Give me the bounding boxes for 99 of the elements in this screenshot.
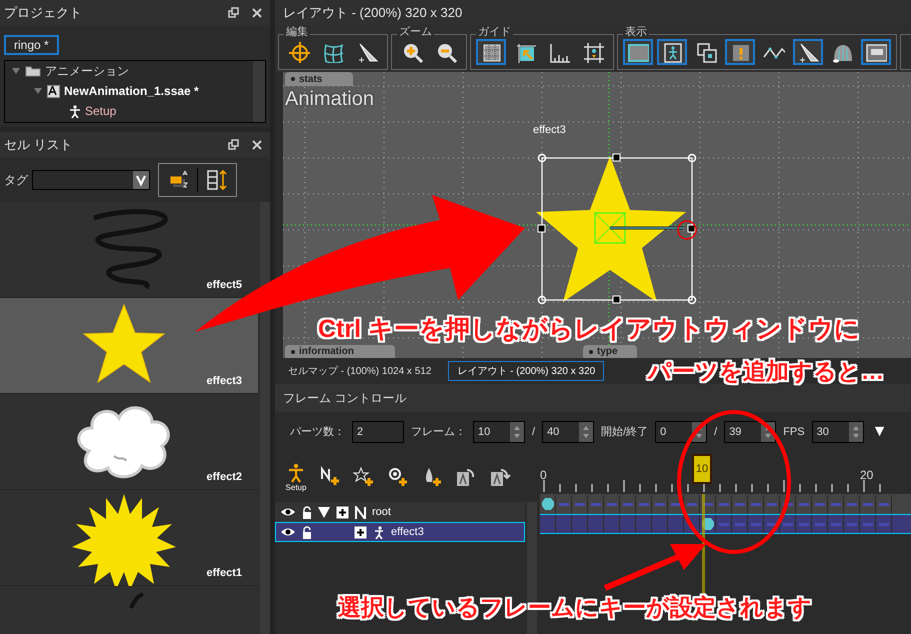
type-tab[interactable]: type: [583, 345, 637, 358]
ruler-icon: [548, 41, 570, 63]
add-circle-icon[interactable]: [387, 466, 409, 488]
layers-icon: [695, 41, 717, 63]
cell-label: effect1: [206, 566, 242, 580]
figure-icon: [69, 104, 81, 118]
field-label: 開始/終了: [601, 424, 648, 440]
toolbar-button[interactable]: [476, 39, 506, 65]
move-icon: [288, 41, 310, 63]
eye-icon[interactable]: [280, 527, 296, 537]
cell-label: effect3: [206, 374, 242, 388]
cell-label: effect2: [206, 470, 242, 484]
close-icon[interactable]: [252, 140, 262, 150]
field-label: FPS: [783, 424, 805, 440]
close-icon[interactable]: [252, 8, 262, 18]
spinner-arrows-icon[interactable]: [848, 422, 863, 442]
eye-icon[interactable]: [280, 507, 296, 517]
stroke-drawing: [129, 592, 145, 610]
pointer-icon: [797, 41, 819, 63]
spin-field[interactable]: 39: [724, 421, 776, 443]
annotation-text: 選択しているフレームにキーが設定されます: [338, 593, 812, 622]
toolbar-group-label: ガイド: [476, 26, 513, 38]
tag-dropdown[interactable]: [32, 170, 150, 190]
zoom-out-icon: [435, 41, 457, 63]
toolbar-button[interactable]: [657, 39, 687, 65]
plus-box-icon[interactable]: [354, 526, 367, 538]
information-tab[interactable]: information: [285, 345, 395, 358]
panel-title: セル リスト: [4, 136, 74, 154]
stats-tab[interactable]: stats: [285, 72, 353, 86]
annotation-text: パーツを追加すると…: [648, 357, 884, 385]
track-name: effect3: [391, 524, 424, 540]
annotation-text: Ctrl キーを押しながらレイアウトウィンドウに: [318, 314, 860, 344]
toolbar-button[interactable]: [725, 39, 755, 65]
float-icon[interactable]: [228, 6, 240, 18]
toolbar-button[interactable]: [861, 39, 891, 65]
tree-item[interactable]: NewAnimation_1.ssae *: [64, 82, 199, 100]
spin-field[interactable]: 30: [812, 421, 864, 443]
panel-title: フレーム コントロール: [283, 390, 406, 407]
spinner-arrows-icon[interactable]: [579, 422, 594, 442]
tab-label: stats: [299, 72, 322, 86]
scrollbar[interactable]: [260, 202, 270, 634]
screen-icon: [627, 41, 649, 63]
scrollbar[interactable]: [253, 61, 265, 122]
tab-label: type: [597, 345, 618, 358]
field-label: /: [714, 424, 718, 440]
toolbar-group-label: 編集: [284, 26, 310, 38]
tag-label: タグ: [4, 172, 28, 188]
view-tab[interactable]: レイアウト - (200%) 320 x 320: [448, 361, 604, 381]
tree-item[interactable]: Setup: [85, 102, 116, 120]
add-star-icon[interactable]: [353, 466, 375, 488]
canvas-title: Animation: [285, 87, 374, 112]
sort-height-icon[interactable]: [206, 168, 228, 190]
lock-icon[interactable]: [302, 506, 312, 518]
part-label: effect3: [533, 123, 566, 138]
a-flip-icon[interactable]: [489, 466, 511, 488]
add-null-icon[interactable]: [319, 466, 341, 488]
track-row[interactable]: effect3: [275, 522, 525, 542]
setup-button[interactable]: Setup: [285, 462, 307, 492]
panel-title: プロジェクト: [4, 4, 83, 22]
crop-frame-icon: [582, 41, 604, 63]
origin-icon: [514, 41, 536, 63]
null-icon: [355, 506, 366, 518]
sort-name-icon[interactable]: [167, 170, 189, 190]
toolbar-group-label: 表示: [623, 26, 649, 38]
track-row[interactable]: root: [275, 502, 525, 522]
field-label: パーツ数：: [290, 424, 345, 440]
tab-label: information: [299, 345, 354, 358]
figure-icon: [373, 526, 385, 538]
menu-button[interactable]: ▼: [872, 420, 888, 444]
window-title: レイアウト - (200%) 320 x 320: [283, 4, 462, 22]
input-field[interactable]: 2: [352, 421, 404, 443]
view-tab[interactable]: セルマップ - (100%) 1024 x 512: [279, 361, 440, 381]
cell-item[interactable]: effect3: [0, 298, 258, 394]
toolbar-button[interactable]: [623, 39, 653, 65]
track-name: root: [372, 504, 391, 520]
pointer-icon: [356, 41, 378, 63]
field-label: /: [532, 424, 536, 440]
dropdown-caret-icon[interactable]: [133, 170, 149, 188]
tree-item[interactable]: アニメーション: [45, 62, 129, 80]
field-label: フレーム：: [411, 424, 466, 440]
float-icon[interactable]: [228, 138, 240, 150]
ruler-label: 20: [860, 467, 874, 484]
spin-field[interactable]: 40: [542, 421, 594, 443]
animation-icon: [47, 84, 60, 98]
folder-icon: [25, 65, 41, 77]
cell-label: effect5: [206, 278, 242, 292]
current-frame-marker[interactable]: 10: [692, 454, 712, 484]
toolbar-button[interactable]: [793, 39, 823, 65]
plus-box-icon[interactable]: [336, 506, 349, 518]
spin-field[interactable]: 0: [655, 421, 708, 443]
ruler-label: 0: [540, 467, 547, 484]
a-rotate-icon[interactable]: [455, 466, 477, 488]
zoom-in-icon: [401, 41, 423, 63]
project-name-field[interactable]: ringo *: [4, 35, 59, 55]
expand-arrow-icon[interactable]: [318, 506, 330, 518]
toolbar-group-label: ズーム: [397, 26, 434, 38]
keyframe-icon[interactable]: [542, 497, 554, 511]
spin-field[interactable]: 10: [473, 421, 525, 443]
lock-icon[interactable]: [302, 526, 312, 538]
